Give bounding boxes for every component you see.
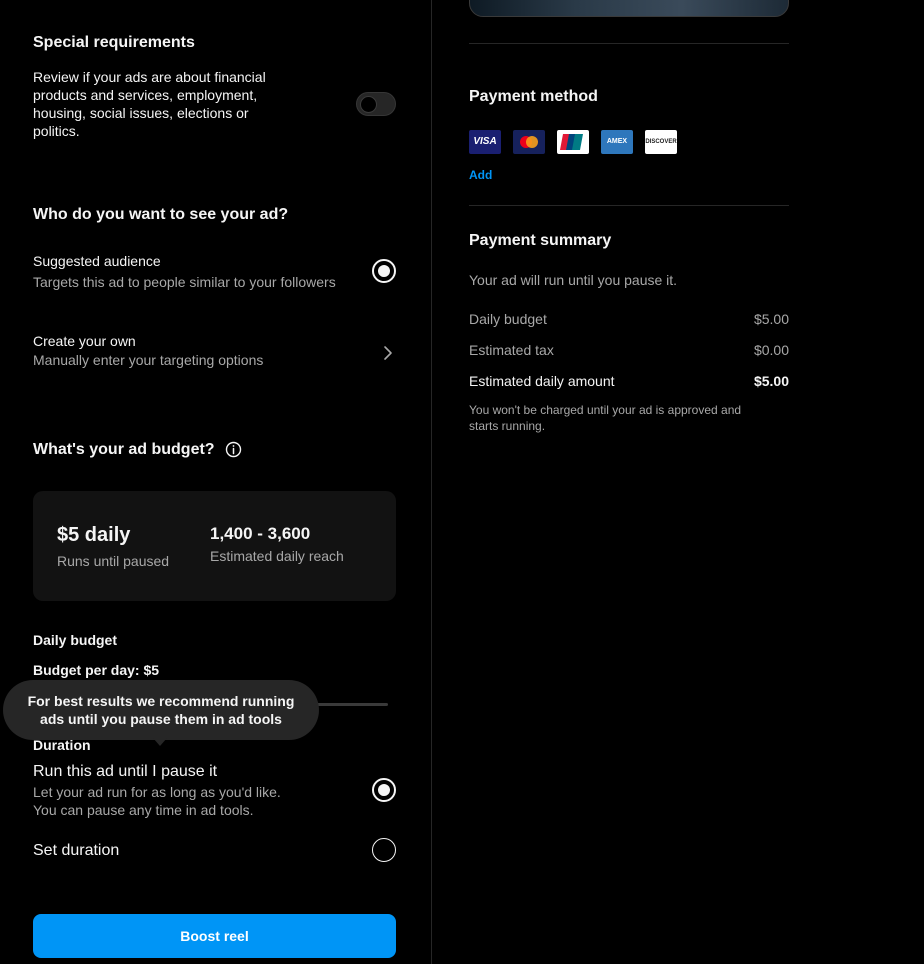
info-icon[interactable] [225, 441, 242, 458]
payment-summary-subtitle: Your ad will run until you pause it. [469, 272, 678, 288]
daily-amount: $5 daily [57, 524, 131, 546]
summary-row-estimated-daily-amount: Estimated daily amount $5.00 [469, 373, 789, 389]
set-duration-radio[interactable] [372, 838, 396, 862]
special-requirements-title: Special requirements [33, 34, 195, 51]
ad-settings-panel: Special requirements Review if your ads … [0, 0, 432, 964]
budget-per-day: Budget per day: $5 [33, 662, 159, 678]
radio-selected-dot [378, 784, 390, 796]
add-payment-link[interactable]: Add [469, 168, 492, 182]
unionpay-card-icon [557, 130, 589, 154]
boost-reel-button[interactable]: Boost reel [33, 914, 396, 958]
run-until-paused-option[interactable]: Run this ad until I pause it Let your ad… [33, 763, 363, 819]
summary-row-value: $5.00 [753, 373, 789, 389]
create-your-own-desc: Manually enter your targeting options [33, 352, 264, 368]
summary-row-estimated-tax: Estimated tax $0.00 [469, 342, 789, 358]
charge-note-line-1: You won't be charged until your ad is ap… [469, 403, 742, 417]
suggested-audience-option[interactable]: Suggested audience Targets this ad to pe… [33, 252, 396, 292]
radio-selected-dot [378, 265, 390, 277]
budget-summary-card: $5 daily Runs until paused 1,400 - 3,600… [33, 491, 396, 601]
create-your-own-option[interactable]: Create your own Manually enter your targ… [33, 332, 396, 372]
reach-value: 1,400 - 3,600 [210, 524, 311, 543]
tooltip-line-1: For best results we recommend running [27, 693, 295, 709]
duration-title: Duration [33, 737, 91, 753]
set-duration-option[interactable]: Set duration [33, 842, 119, 860]
run-until-paused-desc-2: You can pause any time in ad tools. [33, 802, 254, 818]
runs-until-paused: Runs until paused [57, 553, 170, 569]
divider [469, 205, 789, 206]
charge-note: You won't be charged until your ad is ap… [469, 402, 789, 434]
summary-row-value: $5.00 [753, 311, 789, 327]
summary-row-daily-budget: Daily budget $5.00 [469, 311, 789, 327]
summary-row-value: $0.00 [753, 342, 789, 358]
special-requirements-toggle[interactable] [356, 92, 396, 116]
tooltip-line-2: ads until you pause them in ad tools [40, 711, 282, 727]
payment-summary-title: Payment summary [469, 232, 612, 249]
mastercard-card-icon [513, 130, 545, 154]
summary-row-label: Estimated tax [469, 342, 554, 358]
discover-card-icon: DISCOVER [645, 130, 677, 154]
budget-per-day-value: $5 [143, 662, 160, 678]
charge-note-line-2: starts running. [469, 419, 546, 433]
run-until-paused-desc-1: Let your ad run for as long as you'd lik… [33, 784, 281, 800]
create-your-own-label: Create your own [33, 333, 136, 349]
chevron-right-icon[interactable] [383, 345, 393, 361]
divider [469, 43, 789, 44]
visa-card-icon: VISA [469, 130, 501, 154]
amex-card-icon: AMEX [601, 130, 633, 154]
unionpay-logo-icon [560, 134, 583, 150]
suggested-audience-radio[interactable] [372, 259, 396, 283]
reach-label: Estimated daily reach [210, 548, 344, 564]
payment-panel [433, 0, 924, 964]
tooltip-tail [153, 738, 167, 746]
payment-method-title: Payment method [469, 88, 598, 105]
budget-per-day-prefix: Budget per day: [33, 662, 140, 678]
run-until-paused-radio[interactable] [372, 778, 396, 802]
budget-title: What's your ad budget? [33, 441, 215, 458]
summary-row-label: Estimated daily amount [469, 373, 615, 389]
reel-preview-thumbnail [469, 0, 789, 17]
daily-budget-label: Daily budget [33, 632, 118, 648]
run-until-paused-label: Run this ad until I pause it [33, 763, 218, 780]
audience-title: Who do you want to see your ad? [33, 206, 289, 223]
toggle-knob [360, 96, 377, 113]
special-requirements-description: Review if your ads are about financial p… [33, 69, 266, 139]
summary-row-label: Daily budget [469, 311, 547, 327]
suggested-audience-desc: Targets this ad to people similar to you… [33, 274, 336, 290]
suggested-audience-label: Suggested audience [33, 253, 161, 269]
recommendation-tooltip: For best results we recommend running ad… [3, 680, 319, 740]
mastercard-logo-icon [520, 136, 538, 148]
